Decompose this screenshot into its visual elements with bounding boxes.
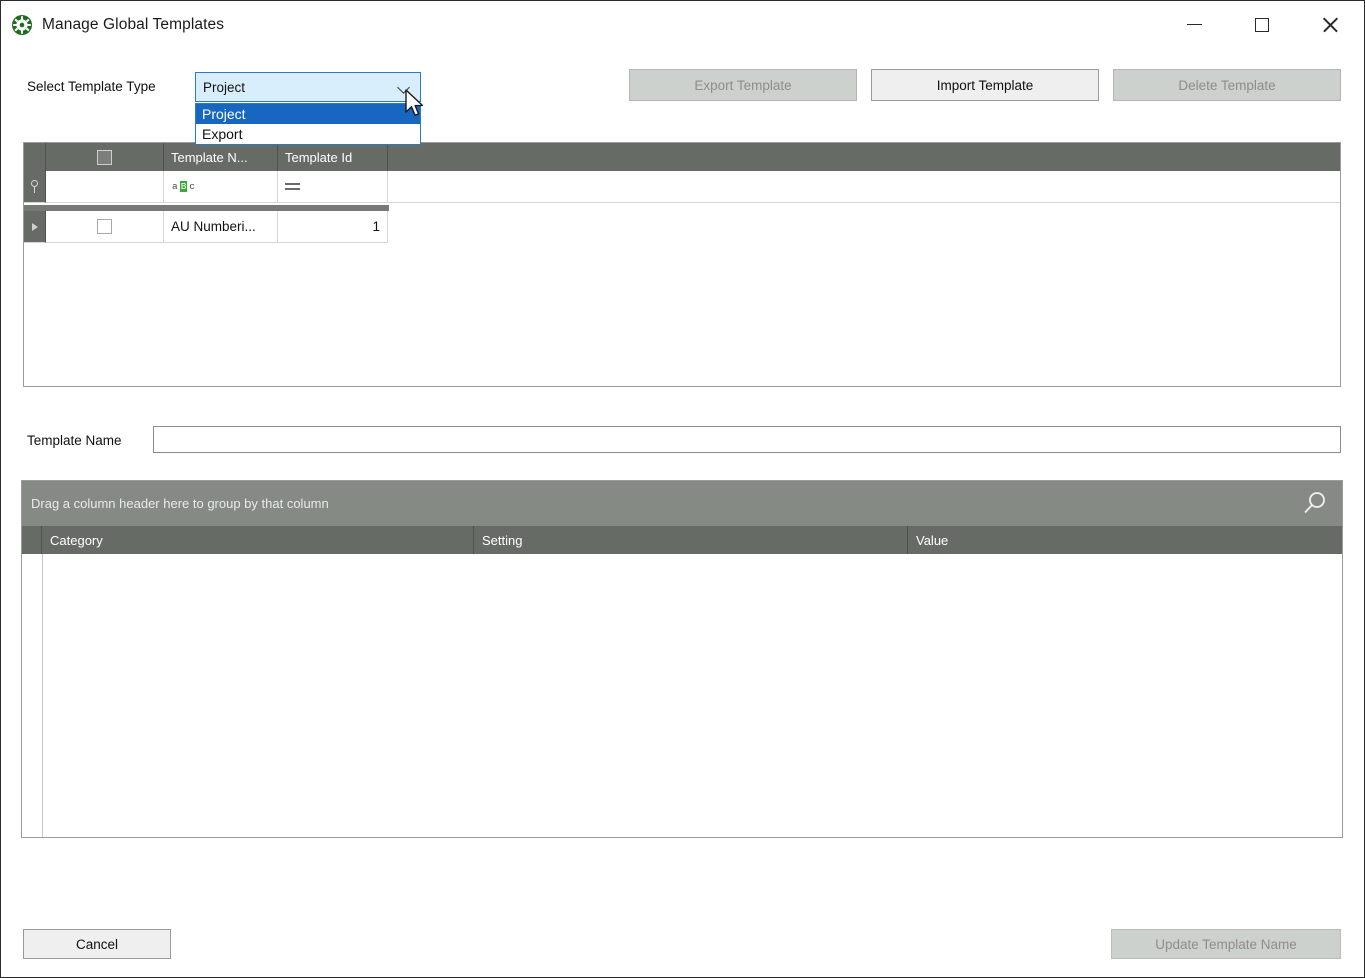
delete-template-button[interactable]: Delete Template <box>1113 69 1341 101</box>
minimize-button[interactable] <box>1160 1 1228 48</box>
import-template-button[interactable]: Import Template <box>871 69 1099 101</box>
column-header-filler <box>388 143 1340 171</box>
template-type-dropdown-list[interactable]: Project Export <box>195 103 421 145</box>
update-template-name-button[interactable]: Update Template Name <box>1111 929 1341 959</box>
row-arrow-icon <box>31 222 38 231</box>
settings-column-indicator <box>22 526 42 554</box>
abc-filter-icon[interactable]: a B c <box>171 181 196 192</box>
row-select-cell[interactable] <box>46 211 164 243</box>
settings-column-category[interactable]: Category <box>42 526 474 554</box>
settings-column-value[interactable]: Value <box>908 526 1342 554</box>
settings-grid: Drag a column header here to group by th… <box>21 480 1343 838</box>
settings-column-setting[interactable]: Setting <box>474 526 908 554</box>
maximize-icon <box>1255 17 1269 32</box>
filter-row-indicator <box>24 171 46 203</box>
dropdown-option-project[interactable]: Project <box>196 104 420 124</box>
window-controls <box>1160 1 1364 48</box>
search-icon[interactable] <box>1300 489 1330 519</box>
templates-grid-filter-row[interactable]: a B c <box>24 171 1340 203</box>
column-header-indicator <box>24 143 46 171</box>
column-header-select-all[interactable] <box>46 143 164 171</box>
row-indicator <box>24 211 46 243</box>
template-type-combobox[interactable]: Project <box>195 72 421 102</box>
cell-template-name: AU Numberi... <box>164 211 278 243</box>
row-checkbox[interactable] <box>97 219 112 234</box>
select-all-checkbox[interactable] <box>97 149 112 165</box>
template-name-label: Template Name <box>27 433 122 448</box>
group-by-hint: Drag a column header here to group by th… <box>31 496 329 511</box>
maximize-button[interactable] <box>1228 1 1296 48</box>
settings-grid-header: Category Setting Value <box>22 526 1342 554</box>
cell-filler <box>388 211 1340 243</box>
minimize-icon <box>1186 23 1202 26</box>
equals-filter-icon[interactable] <box>285 182 300 191</box>
templates-grid-header: Template N... Template Id <box>24 143 1340 171</box>
grid-splitter <box>24 203 1340 211</box>
export-template-button[interactable]: Export Template <box>629 69 857 101</box>
filter-cell-select[interactable] <box>46 171 164 203</box>
settings-grid-row-indicator-column <box>22 554 43 837</box>
manage-global-templates-dialog: Manage Global Templates Select Template … <box>0 0 1365 978</box>
title-bar: Manage Global Templates <box>1 1 1364 48</box>
group-by-panel[interactable]: Drag a column header here to group by th… <box>22 481 1342 526</box>
close-icon <box>1321 16 1339 34</box>
select-template-type-label: Select Template Type <box>27 79 156 94</box>
cell-template-id: 1 <box>278 211 388 243</box>
dropdown-option-export[interactable]: Export <box>196 124 420 144</box>
abc-letter-b: B <box>179 181 188 192</box>
filter-cell-template-name[interactable]: a B c <box>164 171 278 203</box>
abc-letter-c: c <box>189 181 196 192</box>
gear-icon <box>11 14 33 36</box>
templates-grid: Template N... Template Id a B c AU Numbe… <box>23 142 1341 387</box>
filter-cell-filler <box>388 171 1340 203</box>
abc-letter-a: a <box>172 181 178 192</box>
close-button[interactable] <box>1296 1 1364 48</box>
filter-cell-template-id[interactable] <box>278 171 388 203</box>
template-type-value: Project <box>203 79 246 95</box>
column-header-template-id[interactable]: Template Id <box>278 143 388 171</box>
chevron-down-icon <box>399 83 410 90</box>
table-row[interactable]: AU Numberi... 1 <box>24 211 1340 243</box>
window-title: Manage Global Templates <box>42 15 225 33</box>
key-icon <box>30 180 40 193</box>
template-name-input[interactable] <box>153 426 1341 453</box>
settings-grid-body <box>22 554 1342 837</box>
cancel-button[interactable]: Cancel <box>23 929 171 959</box>
column-header-template-name[interactable]: Template N... <box>164 143 278 171</box>
